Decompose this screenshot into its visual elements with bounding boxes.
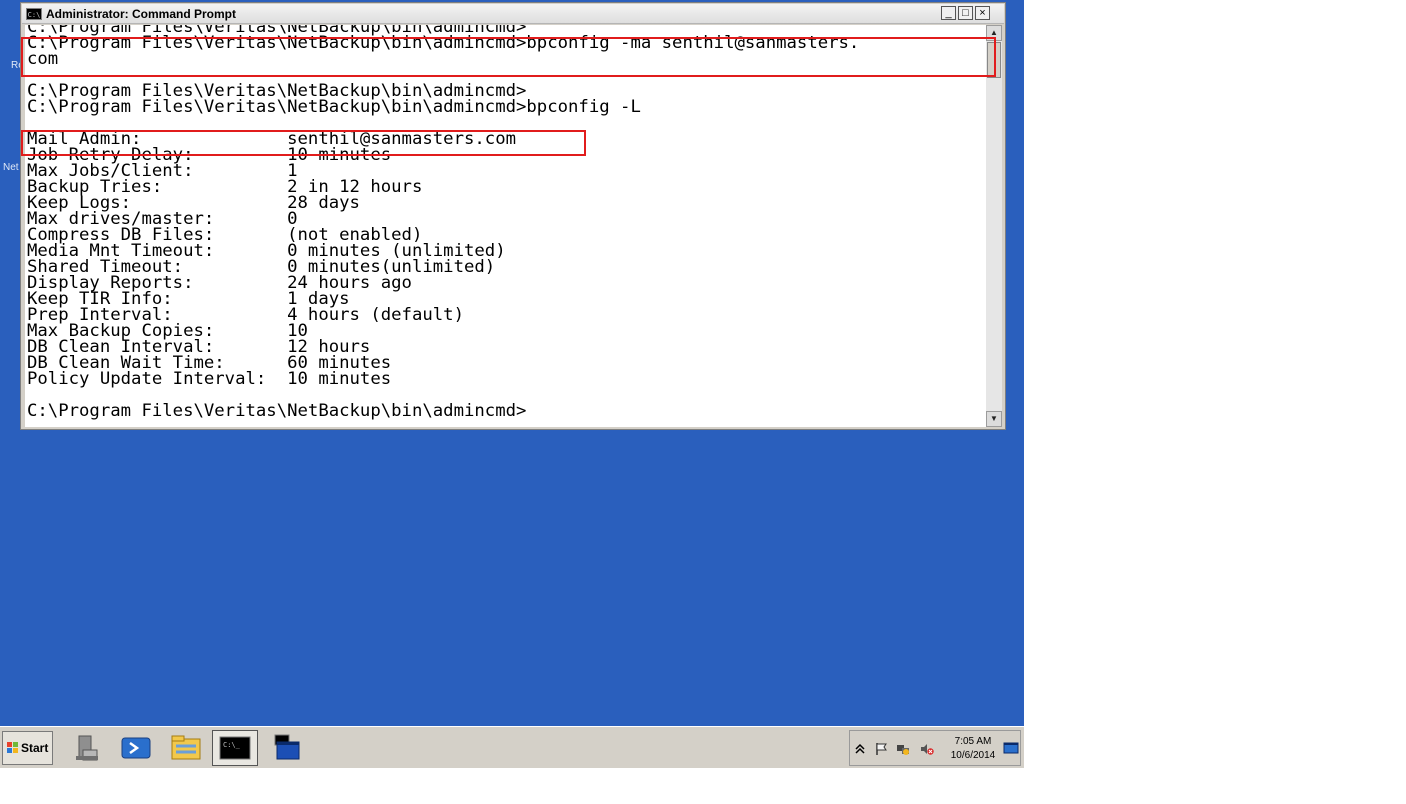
title-bar[interactable]: C:\ Administrator: Command Prompt _ □ × bbox=[22, 4, 1004, 24]
vertical-scrollbar[interactable]: ▲ ▼ bbox=[986, 25, 1002, 427]
taskbar-powershell[interactable] bbox=[113, 730, 159, 766]
taskbar-explorer[interactable] bbox=[163, 730, 209, 766]
command-prompt-icon: C:\_ bbox=[219, 736, 251, 760]
start-button[interactable]: Start bbox=[2, 731, 53, 765]
taskbar-server-manager[interactable] bbox=[64, 730, 110, 766]
show-desktop-icon[interactable] bbox=[1003, 741, 1019, 755]
server-manager-icon bbox=[76, 735, 98, 761]
explorer-folder-icon bbox=[171, 735, 201, 760]
clock-time: 7:05 AM bbox=[954, 736, 992, 747]
svg-text:C:\_: C:\_ bbox=[223, 741, 241, 749]
console-line: C:\Program Files\Veritas\NetBackup\bin\a… bbox=[27, 401, 527, 421]
system-tray: 7:05 AM 10/6/2014 bbox=[849, 730, 1021, 766]
clock[interactable]: 7:05 AM 10/6/2014 bbox=[946, 735, 1000, 763]
console-line: Policy Update Interval: 10 minutes bbox=[27, 369, 392, 389]
chevron-up-icon[interactable] bbox=[853, 742, 867, 756]
flag-icon[interactable] bbox=[874, 742, 888, 756]
network-icon[interactable] bbox=[896, 742, 910, 756]
powershell-icon bbox=[121, 737, 151, 759]
cmd-window-icon: C:\ bbox=[26, 8, 42, 20]
highlight-box-command bbox=[21, 37, 996, 77]
close-button[interactable]: × bbox=[975, 6, 990, 20]
console-output[interactable]: C:\Program Files\Veritas\NetBackup\bin\a… bbox=[25, 25, 986, 427]
clock-date: 10/6/2014 bbox=[950, 750, 996, 761]
minimize-button[interactable]: _ bbox=[941, 6, 956, 20]
remote-desktop-icon bbox=[274, 734, 300, 760]
highlight-box-mail-admin bbox=[21, 130, 586, 156]
speaker-muted-icon[interactable] bbox=[920, 742, 934, 756]
maximize-button[interactable]: □ bbox=[958, 6, 973, 20]
scroll-down-arrow[interactable]: ▼ bbox=[986, 411, 1002, 427]
window-title: Administrator: Command Prompt bbox=[46, 7, 237, 21]
taskbar: Start C:\_ 7:05 AM 10/6/2014 bbox=[0, 726, 1024, 768]
console-line: C:\Program Files\Veritas\NetBackup\bin\a… bbox=[27, 97, 641, 117]
desktop: Re Net C:\ Administrator: Command Prompt… bbox=[0, 0, 1024, 768]
console-lines: C:\Program Files\Veritas\NetBackup\bin\a… bbox=[27, 25, 859, 421]
windows-logo-icon bbox=[7, 742, 19, 754]
start-label: Start bbox=[21, 741, 49, 755]
taskbar-remote-desktop[interactable] bbox=[263, 730, 309, 766]
taskbar-command-prompt[interactable]: C:\_ bbox=[212, 730, 258, 766]
desktop-icon-label[interactable]: Net bbox=[3, 162, 19, 173]
